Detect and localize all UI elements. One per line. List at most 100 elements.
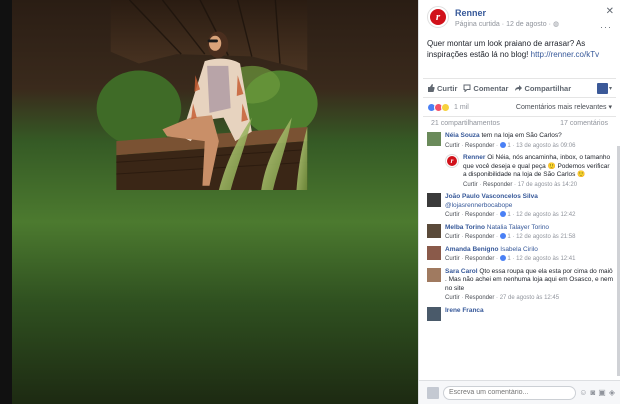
commenter-name[interactable]: Melba Torino [445,224,485,231]
comment-item: Amanda Benigno Isabela Cirilo Curtir · R… [427,245,614,264]
page-category: Página curtida [455,21,500,28]
commenter-avatar[interactable] [427,223,441,238]
commenter-name[interactable]: Néia Souza [445,132,480,139]
comment-text: Oi Néia, nós ancaminha, inbox, o tamanho… [463,154,611,178]
comment-like-link[interactable]: Curtir [445,234,460,240]
comment-links: Curtir · Responder · 1 · 12 de agosto às… [445,233,576,240]
comment-like-link[interactable]: Curtir [463,182,478,188]
post-photo[interactable] [0,0,418,404]
page-name[interactable]: Renner [455,8,559,18]
comment-reply-link[interactable]: Responder [465,295,494,301]
page-avatar[interactable]: r [427,6,449,28]
comment-reply: r Renner Oi Néia, nós ancaminha, inbox, … [445,154,614,189]
post-date[interactable]: 12 de agosto [506,21,546,28]
post-as-selector[interactable]: ▾ [596,82,612,94]
globe-icon: ◍ [552,21,560,28]
comment-time[interactable]: 13 de agosto às 09:06 [516,143,575,149]
user-avatar [427,386,439,399]
comment-time[interactable]: 12 de agosto às 12:41 [516,256,575,262]
reactions-bar: 1 mil Comentários mais relevantes ▾ [419,98,620,116]
comment-links: Curtir · Responder · 17 de agosto às 14:… [463,181,578,188]
comment-like-link[interactable]: Curtir [445,256,460,262]
tagged-user[interactable]: Natalia Talayer Torino [487,224,549,231]
like-reaction-icon [499,233,506,240]
comment-composer: ☺ ◙ ▣ ◈ [419,380,620,404]
viewer-edge [0,0,12,404]
commenter-name[interactable]: Sara Carol [445,268,478,275]
commenter-avatar[interactable]: r [445,154,459,168]
comment-links: Curtir · Responder · 27 de agosto às 12:… [445,295,560,301]
close-icon[interactable]: ✕ [606,6,614,17]
comment-icon [463,84,471,92]
comment-input[interactable] [443,385,577,400]
emoji-icon[interactable]: ☺ [579,388,587,397]
comment-reply-link[interactable]: Responder [465,212,494,218]
comment-like-link[interactable]: Curtir [445,212,460,218]
page-logo-letter: r [447,156,457,166]
comment-links: Curtir · Responder · 1 · 12 de agosto às… [445,211,576,218]
comment-reply-link[interactable]: Responder [465,256,494,262]
commenter-name[interactable]: Irene Franca [445,307,484,314]
tagged-user[interactable]: Isabela Cirilo [500,246,538,253]
chevron-down-icon: ▾ [608,85,612,92]
gif-icon[interactable]: ▣ [598,388,606,397]
comment-reaction-count: 1 [507,234,511,240]
comment-reaction-count: 1 [507,212,511,218]
commenter-avatar[interactable] [427,193,441,207]
post-panel: r Renner Página curtida · 12 de agosto · ◍ ✕… [418,0,620,404]
wow-reaction-icon[interactable] [441,102,450,112]
comment-like-link[interactable]: Curtir [445,143,460,149]
comment-reply-link[interactable]: Responder [465,234,494,240]
commenter-avatar[interactable] [427,245,441,260]
comment-like-link[interactable]: Curtir [445,295,460,301]
comment-item: Melba Torino Natalia Talayer Torino Curt… [427,223,614,242]
comment-reply-link[interactable]: Responder [483,182,512,188]
commenter-name[interactable]: Renner [463,154,485,161]
like-button[interactable]: Curtir [427,84,457,93]
comment-item: Néia Souza tem na loja em São Carlos? Cu… [427,132,614,150]
post-meta: Página curtida · 12 de agosto · ◍ [455,21,560,28]
comment-item: Irene Franca [427,306,614,321]
commenter-avatar[interactable] [427,132,441,146]
comments-list: Néia Souza tem na loja em São Carlos? Cu… [419,130,620,321]
user-avatar [596,82,608,94]
thumbs-up-icon [428,84,435,92]
comment-reply-link[interactable]: Responder [465,143,494,149]
comment-text[interactable]: @lojasrennerbocabope [445,202,512,209]
post-header: r Renner Página curtida · 12 de agosto · ◍ ✕… [419,0,620,34]
comment-button[interactable]: Comentar [463,84,508,93]
share-icon [515,85,523,91]
comment-links: Curtir · Responder · 1 · 12 de agosto às… [445,255,576,262]
photo-viewer: r Renner Página curtida · 12 de agosto · ◍ ✕… [0,0,620,404]
post-link[interactable]: http://renner.co/kTv [531,50,599,59]
pergola-roof [96,0,318,190]
commenter-name[interactable]: João Paulo Vasconcelos Silva [445,193,538,200]
comment-sort-dropdown[interactable]: Comentários mais relevantes ▾ [516,103,612,111]
post-actions: Curtir Comentar Compartilhar ▾ [423,78,616,98]
commenter-avatar[interactable] [427,267,441,282]
camera-icon[interactable]: ◙ [590,388,595,397]
comment-item: João Paulo Vasconcelos Silva @lojasrenner… [427,193,614,220]
comment-reaction-count: 1 [507,142,511,149]
post-stats: 21 compartilhamentos 17 comentários [423,116,616,130]
share-label: Compartilhar [524,83,572,93]
comment-reaction-count: 1 [507,256,511,262]
post-text: Quer montar um look praiano de arrasar? … [419,34,620,78]
share-count[interactable]: 21 compartilhamentos [431,120,500,130]
comment-label: Comentar [473,83,509,93]
comment-time[interactable]: 17 de agosto às 14:20 [518,182,577,188]
like-reaction-icon [499,211,506,218]
reaction-count[interactable]: 1 mil [454,104,469,111]
comment-time[interactable]: 12 de agosto às 12:42 [516,212,575,218]
comment-time[interactable]: 27 de agosto às 12:45 [500,295,559,301]
more-options-icon[interactable]: ··· [600,22,612,32]
commenter-avatar[interactable] [427,306,441,321]
comment-text: tem na loja em São Carlos? [481,132,562,139]
share-button[interactable]: Compartilhar [514,84,571,93]
commenter-name[interactable]: Amanda Benigno [445,246,498,253]
comment-links: Curtir · Responder · 1 · 13 de agosto às… [445,141,576,149]
sticker-icon[interactable]: ◈ [609,388,615,397]
comment-time[interactable]: 12 de agosto às 21:58 [516,234,575,240]
comment-item: Sara Carol Qto essa roupa que ela esta p… [427,267,614,303]
comment-count[interactable]: 17 comentários [560,120,608,130]
